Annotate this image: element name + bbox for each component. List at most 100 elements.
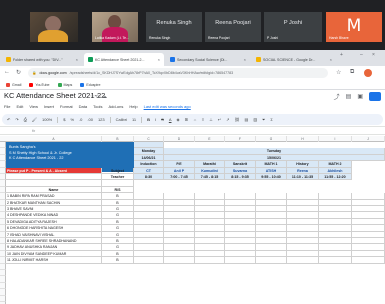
reload-icon[interactable]: ↻ <box>16 69 21 76</box>
move-folder-icon[interactable]: ▭ <box>96 94 101 100</box>
menu-help[interactable]: Help <box>129 104 137 113</box>
merge-cells-icon[interactable]: ⇔ <box>193 117 197 122</box>
more-formats-button[interactable]: 123 <box>98 117 105 122</box>
period-time[interactable]: 11:55 - 12:20 <box>319 174 352 181</box>
bookmark-gmail[interactable]: Gmail <box>6 82 22 87</box>
spreadsheet-grid[interactable]: ABCDEFGHIJ Bunts Sangha's S M Shetty Hig… <box>0 136 385 304</box>
valign-icon[interactable]: ⊥ <box>209 117 212 122</box>
last-edit-link[interactable]: Last edit was seconds ago <box>144 104 191 113</box>
formula-input[interactable]: fx <box>28 128 35 133</box>
participant-tile-2[interactable]: Latika Kadam (Lt. Te... <box>92 12 138 42</box>
comment-icon[interactable]: ▤ <box>346 93 352 100</box>
attendance-cell[interactable] <box>319 257 352 264</box>
tab-social-science-drive[interactable]: SOCIAL SCIENCE - Google Dr... × <box>252 53 336 66</box>
student-name-cell[interactable]: 11 JOLLI NIRMIT HARSH <box>6 257 102 264</box>
period-time[interactable]: 7:00 - 7:45 <box>164 174 195 181</box>
undo-icon[interactable]: ↶ <box>7 117 10 122</box>
url-input[interactable]: 🔒 docs.google.com/spreadsheets/d/1c_SKDH… <box>28 68 328 78</box>
decrease-decimal-button[interactable]: .0 <box>79 117 82 122</box>
fill-color-icon[interactable]: ◈ <box>176 117 179 122</box>
strikethrough-icon[interactable]: S <box>161 117 164 122</box>
attendance-cell[interactable] <box>287 257 319 264</box>
column-letter[interactable]: D <box>164 136 195 142</box>
redo-icon[interactable]: ↷ <box>15 117 18 122</box>
print-icon[interactable]: ⎙ <box>24 117 27 122</box>
paint-format-icon[interactable]: 🖌 <box>32 117 37 122</box>
menu-tools[interactable]: Tools <box>93 104 102 113</box>
bookmark-eduspire[interactable]: Eduspire <box>80 82 101 87</box>
period-time[interactable]: 11:10 - 11:35 <box>287 174 319 181</box>
participant-tile-3[interactable]: Renuka Singh Renuka Singh <box>146 12 202 42</box>
column-letter[interactable]: J <box>352 136 385 142</box>
bookmark-maps[interactable]: Maps <box>57 82 72 87</box>
menu-format[interactable]: Format <box>60 104 73 113</box>
tab-folder-shared[interactable]: Folder shared with you: "DIV..." × <box>2 53 82 66</box>
rotate-icon[interactable]: ↗ <box>226 117 229 122</box>
font-select[interactable]: Calibri <box>116 117 127 122</box>
tab-label: KC Attendance Sheet 2021-2... <box>95 57 145 62</box>
extensions-icon[interactable]: ⧉ <box>350 69 354 76</box>
new-tab-icon[interactable]: + <box>340 52 343 58</box>
star-icon[interactable]: ☆ <box>90 94 94 100</box>
share-button[interactable] <box>369 92 381 101</box>
close-icon[interactable]: × <box>158 57 160 62</box>
italic-icon[interactable]: I <box>155 117 156 122</box>
minimize-icon[interactable]: – <box>360 52 363 58</box>
participant-tile-5[interactable]: P Joshi P Joshi <box>264 12 322 42</box>
close-icon[interactable]: × <box>330 57 332 62</box>
back-icon[interactable]: ← <box>4 69 10 75</box>
attendance-cell[interactable] <box>225 257 256 264</box>
filter-icon[interactable]: ⏷ <box>262 117 265 122</box>
wrap-icon[interactable]: ↵ <box>218 117 221 122</box>
bookmark-label: Gmail <box>12 82 22 87</box>
column-letter[interactable]: F <box>225 136 256 142</box>
attendance-cell[interactable] <box>164 257 195 264</box>
student-rs-cell[interactable]: B <box>102 257 134 264</box>
borders-icon[interactable]: ⊞ <box>185 117 188 122</box>
functions-icon[interactable]: Σ <box>270 117 272 122</box>
zoom-select[interactable]: 100% <box>42 117 52 122</box>
period-time[interactable]: 9:55 - 10:40 <box>256 174 287 181</box>
close-icon[interactable]: × <box>244 57 246 62</box>
bookmark-youtube[interactable]: YouTube <box>29 82 50 87</box>
tab-secondary-social-science[interactable]: Secondary Social Science (Di... × <box>166 53 250 66</box>
tab-attendance-sheet[interactable]: KC Attendance Sheet 2021-2... × <box>84 53 164 66</box>
star-icon[interactable]: ☆ <box>336 69 341 76</box>
attendance-cell[interactable] <box>195 257 225 264</box>
period-time[interactable]: 8:30 <box>134 174 164 181</box>
font-size-select[interactable]: 11 <box>132 117 136 122</box>
participant-big-name: Reena Poojari <box>215 20 251 26</box>
text-color-icon[interactable]: A <box>169 117 172 122</box>
period-time[interactable]: 7:45 - 8:15 <box>195 174 225 181</box>
attendance-cell[interactable] <box>256 257 287 264</box>
increase-decimal-button[interactable]: .00 <box>87 117 93 122</box>
percent-format-button[interactable]: % <box>70 117 74 122</box>
participant-tile-4[interactable]: Reena Poojari Reena Poojari <box>205 12 261 42</box>
menu-addons[interactable]: Add-ons <box>108 104 123 113</box>
column-letter[interactable]: E <box>195 136 225 142</box>
period-time[interactable]: 8:15 - 9:35 <box>225 174 256 181</box>
attendance-cell[interactable] <box>134 257 164 264</box>
attendance-cell[interactable] <box>352 257 385 264</box>
menu-file[interactable]: File <box>4 104 10 113</box>
link-icon[interactable]: ⛓ <box>234 117 239 122</box>
menu-view[interactable]: View <box>29 104 38 113</box>
present-icon[interactable]: ▣ <box>357 93 363 100</box>
menu-edit[interactable]: Edit <box>16 104 23 113</box>
close-window-icon[interactable]: × <box>372 52 375 58</box>
menu-data[interactable]: Data <box>79 104 87 113</box>
participant-tile-6[interactable]: M Harsh Bhave <box>326 12 382 42</box>
activity-icon[interactable]: ⤴ <box>334 92 340 101</box>
currency-format-button[interactable]: $ <box>63 117 65 122</box>
column-letter[interactable]: G <box>256 136 287 142</box>
comment-icon[interactable]: ▤ <box>245 117 249 122</box>
column-letter[interactable]: H <box>287 136 319 142</box>
profile-avatar[interactable] <box>364 69 372 77</box>
close-icon[interactable]: × <box>76 57 78 62</box>
participant-tile-1[interactable] <box>30 12 78 42</box>
column-letter[interactable]: I <box>319 136 352 142</box>
menu-insert[interactable]: Insert <box>44 104 54 113</box>
bold-icon[interactable]: B <box>147 117 150 122</box>
chart-icon[interactable]: ▥ <box>253 117 257 122</box>
align-icon[interactable]: ≡ <box>202 117 204 122</box>
